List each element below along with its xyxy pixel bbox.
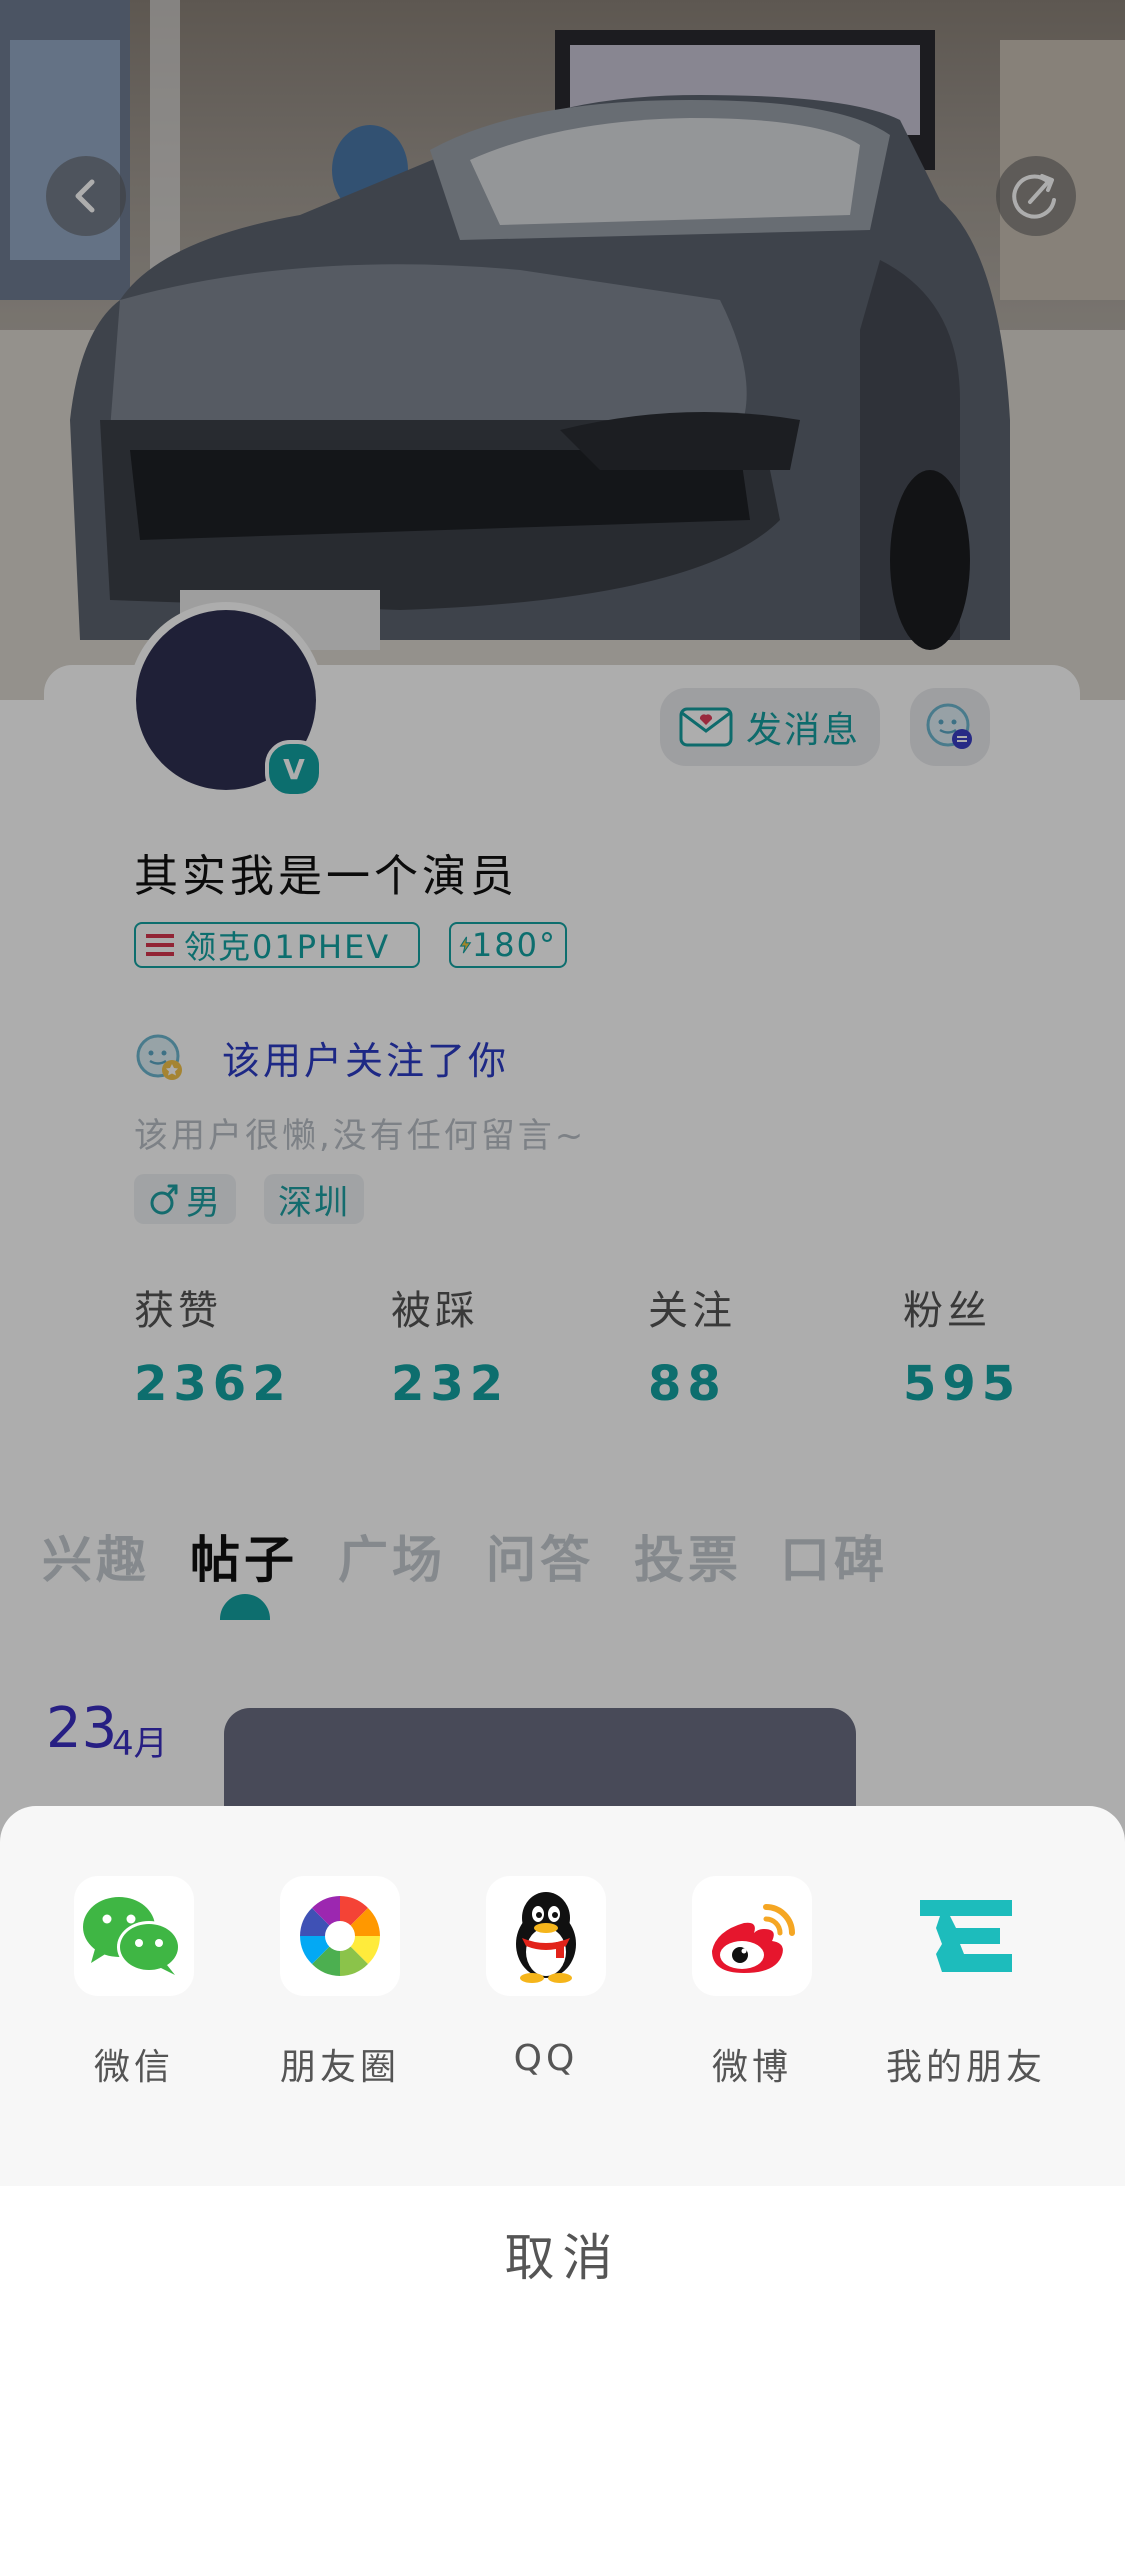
share-wechat-label: 微信 [93, 2047, 174, 2088]
share-my-friends[interactable]: 我的朋友 [866, 1876, 1066, 2090]
share-moments[interactable]: 朋友圈 [240, 1876, 440, 2090]
my-friends-icon [920, 1900, 1012, 1972]
share-weibo[interactable]: 微博 [652, 1876, 852, 2090]
share-my-friends-label: 我的朋友 [885, 2047, 1046, 2088]
qq-icon [516, 1892, 576, 1983]
share-qq-label: QQ [513, 2038, 579, 2079]
moments-icon [300, 1896, 380, 1976]
share-qq[interactable]: QQ [446, 1876, 646, 2079]
cancel-button[interactable]: 取消 [0, 2218, 1125, 2290]
weibo-icon [712, 1904, 795, 1973]
share-weibo-label: 微博 [711, 2047, 792, 2088]
share-moments-label: 朋友圈 [279, 2047, 400, 2088]
share-wechat[interactable]: 微信 [34, 1876, 234, 2090]
wechat-icon [83, 1897, 181, 1975]
